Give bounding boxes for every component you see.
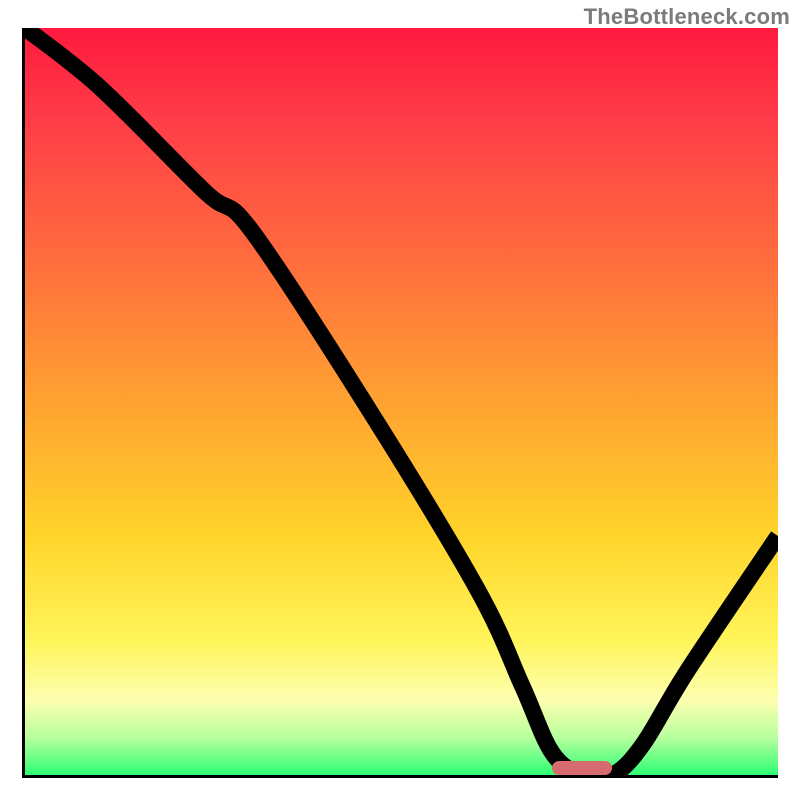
optimal-marker <box>552 761 612 775</box>
bottleneck-curve <box>25 28 778 775</box>
curve-svg <box>25 28 778 775</box>
watermark-text: TheBottleneck.com <box>584 4 790 30</box>
plot-area <box>22 28 778 778</box>
chart-container: TheBottleneck.com <box>0 0 800 800</box>
